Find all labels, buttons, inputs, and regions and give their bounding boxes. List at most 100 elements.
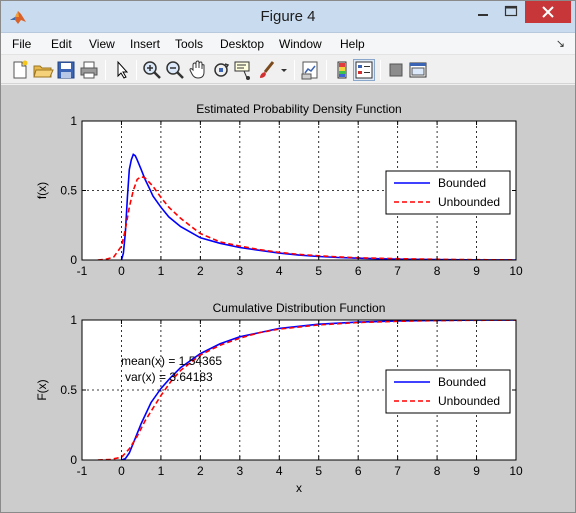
y-tick-label: 0.5	[60, 184, 77, 198]
data-cursor-button[interactable]	[233, 59, 255, 81]
x-tick-label: 10	[509, 264, 523, 278]
folder-icon	[33, 65, 54, 78]
x-tick-label: 9	[473, 464, 480, 478]
y-tick-label: 0	[70, 253, 77, 267]
menu-help[interactable]: Help	[340, 37, 365, 51]
maximize-button[interactable]	[497, 1, 525, 23]
legend[interactable]: Bounded Unbounded	[385, 170, 511, 215]
chevron-down-icon	[281, 69, 287, 72]
chart-title: Cumulative Distribution Function	[213, 301, 386, 315]
legend-label-bounded: Bounded	[438, 176, 486, 190]
hand-icon	[189, 60, 205, 79]
cdf-axes: -1 0 1 2 3 4 5 6 7 8 9 1000.51Cumulative Distributi…	[35, 301, 523, 495]
window-icon	[409, 62, 427, 78]
save-figure-button[interactable]	[55, 59, 77, 81]
y-tick-label: 0.5	[60, 383, 77, 397]
zoom-in-button[interactable]	[141, 59, 163, 81]
menu-view[interactable]: View	[89, 37, 115, 51]
chart-title: Estimated Probability Density Function	[196, 102, 401, 116]
new-file-icon	[13, 60, 28, 79]
link-plot-button[interactable]	[299, 59, 321, 81]
pointer-arrow-icon	[117, 60, 129, 79]
x-tick-label: 7	[394, 464, 401, 478]
zoom-in-icon	[143, 61, 161, 79]
menu-insert[interactable]: Insert	[130, 37, 160, 51]
data-cursor-icon	[234, 61, 250, 80]
brush-button[interactable]	[256, 59, 278, 81]
toolbar-separator	[136, 60, 137, 80]
toolbar-separator	[380, 60, 381, 80]
menu-file[interactable]: File	[12, 37, 31, 51]
x-tick-label: 4	[276, 264, 283, 278]
link-icon	[301, 61, 318, 80]
save-icon	[57, 61, 75, 79]
x-tick-label: 0	[118, 264, 125, 278]
minimize-icon	[478, 14, 488, 16]
x-tick-label: 3	[236, 464, 243, 478]
plots-svg: -1 0 1 2 3 4 5 6 7 8 9 1000.51Estimated Probability…	[35, 102, 523, 495]
figure-toolbar	[1, 56, 575, 84]
new-figure-button[interactable]	[9, 59, 31, 81]
insert-colorbar-button[interactable]	[331, 59, 353, 81]
y-tick-label: 1	[70, 313, 77, 327]
zoom-out-button[interactable]	[164, 59, 186, 81]
menu-desktop[interactable]: Desktop	[220, 37, 264, 51]
x-tick-label: 10	[509, 464, 523, 478]
legend-label-bounded: Bounded	[438, 375, 486, 389]
gray-square-icon	[389, 63, 403, 77]
menu-bar: File Edit View Insert Tools Desktop Wind…	[1, 33, 575, 55]
close-icon	[542, 6, 554, 18]
show-plot-tools-button[interactable]	[407, 59, 429, 81]
y-tick-label: 0	[70, 453, 77, 467]
y-axis-label: f(x)	[35, 182, 49, 199]
x-tick-label: 1	[158, 264, 165, 278]
rotate-icon	[214, 63, 230, 77]
print-figure-button[interactable]	[78, 59, 100, 81]
hide-plot-tools-button[interactable]	[385, 59, 407, 81]
menu-tools[interactable]: Tools	[175, 37, 203, 51]
menu-window[interactable]: Window	[279, 37, 322, 51]
zoom-out-icon	[166, 61, 184, 79]
rotate-3d-button[interactable]	[210, 59, 232, 81]
x-tick-label: 1	[158, 464, 165, 478]
pan-button[interactable]	[187, 59, 209, 81]
x-tick-label: 8	[434, 264, 441, 278]
toolbar-separator	[294, 60, 295, 80]
brush-dropdown-button[interactable]	[278, 59, 290, 81]
toolbar-separator	[326, 60, 327, 80]
legend-icon	[355, 61, 373, 79]
close-button[interactable]	[525, 1, 571, 23]
stats-annotation: mean(x) = 1.54365	[121, 354, 222, 368]
y-tick-label: 1	[70, 114, 77, 128]
menu-edit[interactable]: Edit	[51, 37, 72, 51]
minimize-button[interactable]	[469, 1, 497, 23]
x-tick-label: 6	[355, 264, 362, 278]
insert-legend-button[interactable]	[353, 59, 375, 81]
x-tick-label: 9	[473, 264, 480, 278]
figure-window: Figure 4 File Edit View Insert Tools Des…	[0, 0, 576, 513]
open-file-button[interactable]	[32, 59, 54, 81]
y-axis-label: F(x)	[35, 379, 49, 400]
legend[interactable]: Bounded Unbounded	[385, 369, 511, 414]
toolbar-separator	[105, 60, 106, 80]
x-tick-label: 6	[355, 464, 362, 478]
x-tick-label: 4	[276, 464, 283, 478]
x-tick-label: 8	[434, 464, 441, 478]
dock-arrow-icon[interactable]: ↘	[556, 37, 565, 50]
brush-icon	[260, 61, 275, 78]
x-tick-label: 2	[197, 464, 204, 478]
pdf-axes: -1 0 1 2 3 4 5 6 7 8 9 1000.51Estimated Probability…	[35, 102, 523, 278]
x-tick-label: -1	[77, 464, 88, 478]
x-tick-label: 7	[394, 264, 401, 278]
maximize-icon	[504, 5, 518, 17]
legend-label-unbounded: Unbounded	[438, 394, 500, 408]
x-tick-label: 5	[315, 464, 322, 478]
stats-annotation: var(x) = 3.64183	[125, 370, 213, 384]
edit-plot-button[interactable]	[111, 59, 133, 81]
figure-canvas: -1 0 1 2 3 4 5 6 7 8 9 10 0 0.5 1 Estimated Probability…	[1, 85, 575, 512]
title-bar[interactable]: Figure 4	[1, 1, 575, 33]
legend-label-unbounded: Unbounded	[438, 195, 500, 209]
x-tick-label: 0	[118, 464, 125, 478]
printer-icon	[80, 61, 98, 79]
x-tick-label: 2	[197, 264, 204, 278]
